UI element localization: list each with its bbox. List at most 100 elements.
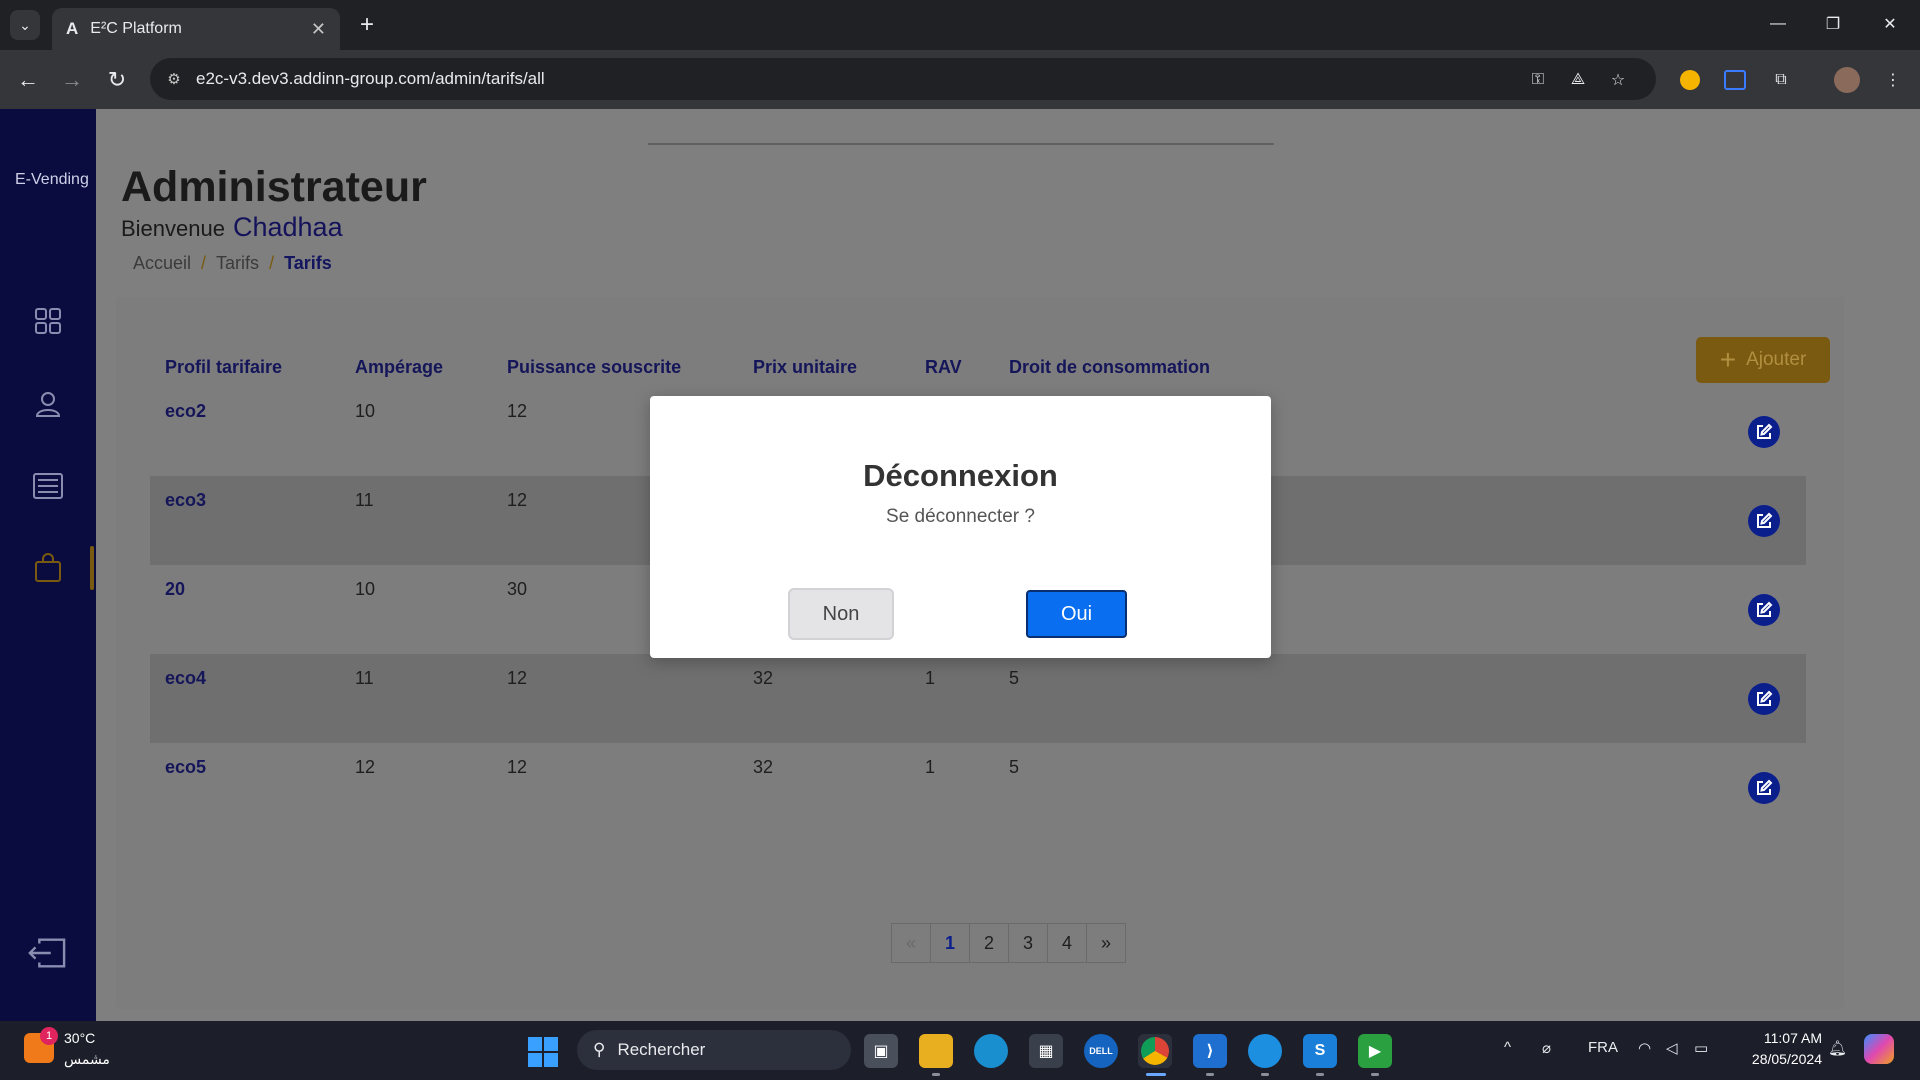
battery-icon[interactable]: ▭	[1694, 1039, 1708, 1057]
pagination-prev[interactable]: «	[891, 923, 931, 963]
list-icon[interactable]	[28, 466, 68, 506]
extension-ui-icon[interactable]	[1720, 65, 1750, 95]
volume-icon[interactable]: ◁	[1666, 1039, 1678, 1057]
breadcrumb-separator: /	[201, 253, 207, 273]
running-indicator	[932, 1073, 940, 1076]
user-icon[interactable]	[28, 384, 68, 424]
logout-modal: Déconnexion Se déconnecter ? Non Oui	[650, 396, 1271, 658]
task-view-icon[interactable]: ▣	[864, 1034, 898, 1068]
modal-message: Se déconnecter ?	[886, 506, 1035, 527]
bookmark-star-icon[interactable]: ☆	[1606, 68, 1630, 92]
reload-icon[interactable]: ↻	[101, 64, 133, 96]
breadcrumb-home[interactable]: Accueil	[133, 253, 191, 274]
network-offline-icon[interactable]: ⌀	[1542, 1039, 1551, 1057]
dashboard-grid-icon[interactable]	[28, 301, 68, 341]
media-player-icon[interactable]: ▶	[1358, 1034, 1392, 1068]
breadcrumb-current: Tarifs	[284, 253, 332, 273]
column-header-actions	[1394, 347, 1806, 387]
edit-icon[interactable]	[1748, 682, 1780, 715]
running-indicator	[1316, 1073, 1324, 1076]
restore-icon[interactable]: ❐	[1813, 8, 1853, 40]
browser-tabbar: ⌄ A E²C Platform ✕ + — ❐ ✕	[0, 0, 1920, 50]
edit-icon[interactable]	[1748, 771, 1780, 804]
tray-overflow-chevron-icon[interactable]: ^	[1504, 1039, 1511, 1056]
running-indicator	[1206, 1073, 1214, 1076]
sidebar: E-Vending	[0, 109, 96, 1021]
back-icon[interactable]: ←	[12, 64, 44, 96]
pagination-page[interactable]: 4	[1047, 923, 1087, 963]
cell-amperage: 11	[340, 476, 492, 565]
dell-icon[interactable]: DELL	[1084, 1034, 1118, 1068]
edit-icon[interactable]	[1748, 504, 1780, 537]
site-info-icon[interactable]: ⚙	[164, 69, 184, 89]
cancel-button[interactable]: Non	[788, 588, 894, 640]
cell-amperage: 11	[340, 654, 492, 743]
edge-icon[interactable]	[974, 1034, 1008, 1068]
edit-icon[interactable]	[1748, 415, 1780, 448]
browser-menu-icon[interactable]: ⋮	[1878, 65, 1908, 95]
cell-action	[1394, 387, 1806, 476]
brand-label: E-Vending	[15, 171, 89, 188]
url-text: e2c-v3.dev3.addinn-group.com/admin/tarif…	[196, 69, 545, 88]
taskbar-search[interactable]: ⚲ Rechercher	[577, 1030, 851, 1070]
confirm-button[interactable]: Oui	[1026, 590, 1127, 638]
docker-icon[interactable]	[1248, 1034, 1282, 1068]
clock-date[interactable]: 28/05/2024	[1738, 1051, 1822, 1067]
extension-badge-icon[interactable]	[1675, 65, 1705, 95]
windows-start-icon[interactable]	[528, 1037, 558, 1067]
search-icon: ⚲	[593, 1040, 606, 1059]
password-key-icon[interactable]: ⚿	[1526, 68, 1550, 92]
cell-droit: 5	[1009, 757, 1020, 777]
pagination: « 1 2 3 4 »	[891, 923, 1126, 963]
welcome-line: Bienvenue Chadhaa	[121, 212, 343, 243]
minimize-icon[interactable]: —	[1758, 8, 1798, 40]
forward-icon[interactable]: →	[56, 64, 88, 96]
browser-tab[interactable]: A E²C Platform ✕	[52, 8, 340, 50]
profile-avatar-icon[interactable]	[1832, 65, 1862, 95]
table-row: eco5 12 12 32 1 5	[150, 743, 1806, 832]
running-indicator	[1261, 1073, 1269, 1076]
breadcrumb-separator: /	[269, 253, 275, 273]
username: Chadhaa	[232, 212, 343, 242]
weather-description[interactable]: مشمس	[64, 1051, 110, 1068]
vscode-icon[interactable]: ⟩	[1193, 1034, 1227, 1068]
tab-search-chevron-icon[interactable]: ⌄	[10, 10, 40, 40]
column-header: RAV	[925, 356, 962, 377]
window-close-icon[interactable]: ✕	[1870, 8, 1910, 40]
column-header: Puissance souscrite	[507, 356, 682, 377]
cell-profil: eco3	[150, 476, 340, 565]
tab-favicon: A	[66, 19, 79, 38]
logout-icon[interactable]	[26, 933, 66, 973]
wifi-icon[interactable]: ◠	[1638, 1039, 1651, 1057]
file-explorer-icon[interactable]	[919, 1034, 953, 1068]
cell-prix: 32	[753, 757, 774, 777]
pagination-next[interactable]: »	[1086, 923, 1126, 963]
modal-title: Déconnexion	[863, 458, 1058, 493]
pagination-page[interactable]: 2	[969, 923, 1009, 963]
microsoft-store-icon[interactable]: ▦	[1029, 1034, 1063, 1068]
cell-puissance: 12	[492, 654, 738, 743]
edit-icon[interactable]	[1748, 593, 1780, 626]
address-bar[interactable]: ⚙ e2c-v3.dev3.addinn-group.com/admin/tar…	[150, 58, 1656, 100]
s-app-icon[interactable]: S	[1303, 1034, 1337, 1068]
top-divider	[648, 143, 1274, 145]
shopping-bag-icon[interactable]	[28, 548, 68, 588]
new-tab-icon[interactable]: +	[352, 10, 382, 40]
cell-amperage: 10	[355, 579, 376, 599]
welcome-text: Bienvenue	[121, 216, 225, 241]
cell-profil: eco4	[150, 654, 340, 743]
tab-close-icon[interactable]: ✕	[311, 19, 326, 40]
extensions-puzzle-icon[interactable]: ⧉	[1766, 65, 1796, 95]
language-indicator[interactable]: FRA	[1588, 1039, 1618, 1056]
cell-profil: eco5	[165, 757, 207, 777]
translate-icon[interactable]: ⟁	[1566, 68, 1590, 92]
chrome-icon[interactable]	[1138, 1034, 1172, 1068]
notification-bell-icon[interactable]: 🔔︎	[1828, 1039, 1847, 1057]
pagination-page[interactable]: 1	[930, 923, 970, 963]
breadcrumb: Accueil / Tarifs / Tarifs	[133, 253, 332, 274]
breadcrumb-parent[interactable]: Tarifs	[216, 253, 259, 274]
clock-time[interactable]: 11:07 AM	[1752, 1030, 1822, 1046]
copilot-icon[interactable]	[1864, 1034, 1894, 1064]
pagination-page[interactable]: 3	[1008, 923, 1048, 963]
weather-temperature[interactable]: 30°C	[64, 1030, 95, 1046]
